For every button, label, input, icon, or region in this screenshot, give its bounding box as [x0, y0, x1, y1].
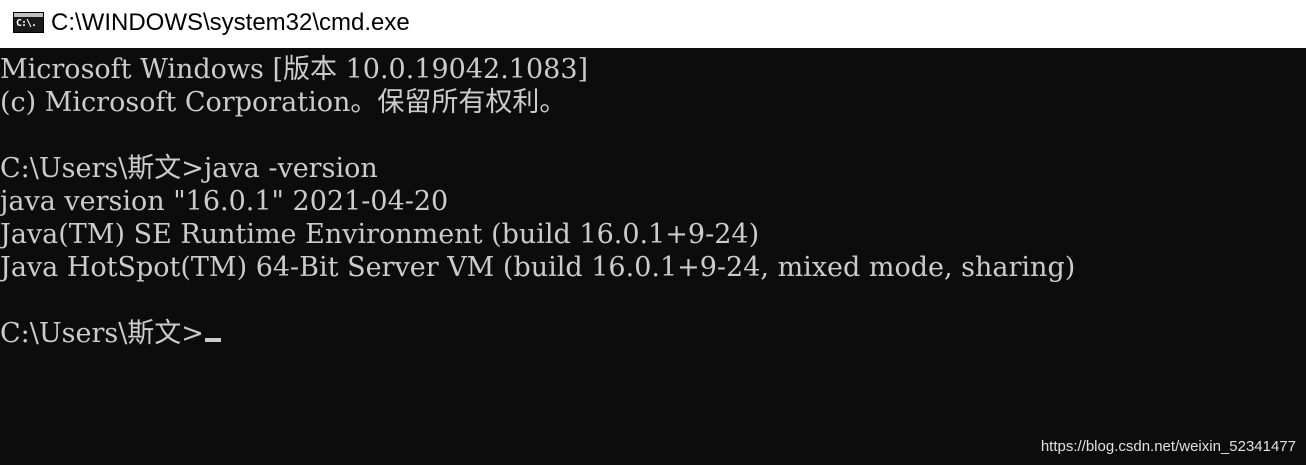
console-line: Microsoft Windows [版本 10.0.19042.1083]: [0, 54, 589, 85]
title-bar[interactable]: C:\. C:\WINDOWS\system32\cmd.exe: [0, 0, 1306, 48]
cmd-icon[interactable]: C:\.: [13, 12, 44, 33]
watermark-url: https://blog.csdn.net/weixin_52341477: [1040, 438, 1296, 455]
console-line: (c) Microsoft Corporation。保留所有权利。: [0, 87, 567, 118]
console-line: Java(TM) SE Runtime Environment (build 1…: [0, 219, 760, 250]
console-output[interactable]: Microsoft Windows [版本 10.0.19042.1083] (…: [0, 53, 1306, 465]
console-line: Java HotSpot(TM) 64-Bit Server VM (build…: [0, 252, 1076, 283]
window-title: C:\WINDOWS\system32\cmd.exe: [51, 9, 410, 36]
console-line: java version "16.0.1" 2021-04-20: [0, 186, 449, 217]
cmd-icon-label: C:\.: [16, 18, 37, 29]
console-prompt-line[interactable]: C:\Users\斯文>: [0, 317, 221, 350]
console-line: C:\Users\斯文>java -version: [0, 153, 378, 184]
console-prompt: C:\Users\斯文>: [0, 318, 204, 349]
text-cursor: [204, 338, 221, 342]
cmd-window: C:\. C:\WINDOWS\system32\cmd.exe Microso…: [0, 0, 1306, 465]
cmd-icon-strip: [14, 13, 43, 17]
